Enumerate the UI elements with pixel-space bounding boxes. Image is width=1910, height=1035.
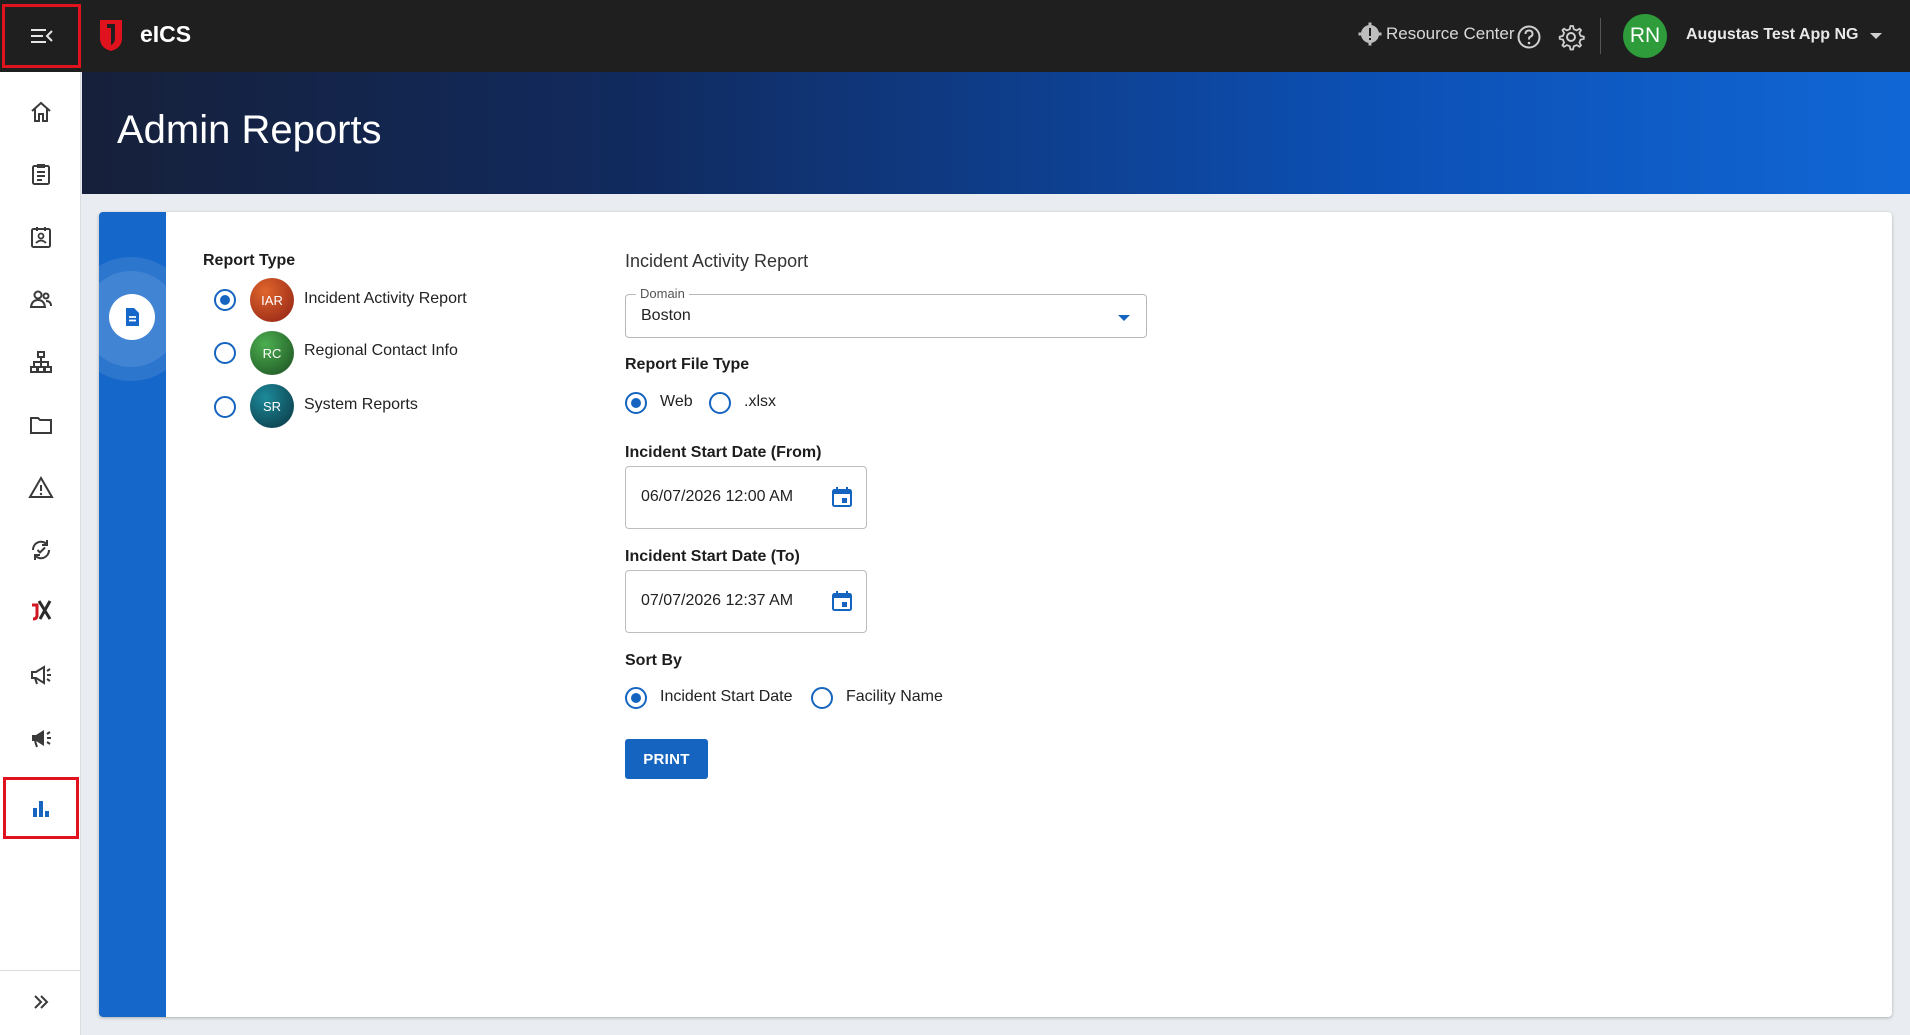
start-from-label: Incident Start Date (From) <box>625 444 822 461</box>
megaphone-icon <box>30 665 51 685</box>
sort-by-option-label[interactable]: Facility Name <box>846 688 943 706</box>
sidebar-item-broadcasts[interactable] <box>0 708 81 768</box>
avatar[interactable]: RN <box>1623 14 1667 58</box>
start-from-value: 06/07/2026 12:00 AM <box>641 488 794 505</box>
domain-value: Boston <box>641 307 691 324</box>
sidebar-item-announcements[interactable] <box>0 645 81 705</box>
form-heading: Incident Activity Report <box>625 251 809 271</box>
app-name: eICS <box>140 21 192 47</box>
sidebar-item-sync[interactable] <box>0 520 81 580</box>
domain-label: Domain <box>636 286 689 301</box>
menu-collapse-icon <box>30 29 53 43</box>
dropdown-caret-icon <box>1118 315 1130 321</box>
org-chart-icon <box>29 351 52 373</box>
resource-center-label: Resource Center <box>1386 24 1515 43</box>
page-title: Admin Reports <box>117 108 382 152</box>
start-to-label: Incident Start Date (To) <box>625 548 800 565</box>
sort-by-label: Sort By <box>625 652 682 669</box>
sidebar-item-warning[interactable] <box>0 458 81 518</box>
sidebar <box>0 72 81 1035</box>
start-to-date-field[interactable]: 07/07/2026 12:37 AM <box>625 570 867 633</box>
sidebar-item-people[interactable] <box>0 269 81 329</box>
document-icon <box>126 308 139 326</box>
file-type-radio-web[interactable] <box>625 392 647 414</box>
print-button[interactable]: PRINT <box>625 739 708 779</box>
bar-chart-icon <box>33 801 49 817</box>
domain-select[interactable]: Domain Boston <box>625 286 1147 338</box>
report-type-radio-sr[interactable] <box>214 396 236 418</box>
calendar-icon[interactable] <box>830 589 854 613</box>
report-type-label: Report Type <box>203 252 296 269</box>
alert-gear-icon <box>1358 22 1382 46</box>
file-type-radio-xlsx[interactable] <box>709 392 731 414</box>
report-type-option-label[interactable]: Incident Activity Report <box>304 290 467 308</box>
sidebar-item-contacts[interactable] <box>0 207 81 267</box>
sidebar-item-clipboard[interactable] <box>0 144 81 204</box>
file-type-label: Report File Type <box>625 356 750 373</box>
sync-check-icon <box>31 540 50 560</box>
report-badge-rc: RC <box>250 331 294 375</box>
sort-by-radio-start-date[interactable] <box>625 687 647 709</box>
sidebar-item-reports[interactable] <box>3 777 79 839</box>
sort-by-radio-facility[interactable] <box>811 687 833 709</box>
report-document-badge <box>109 294 155 340</box>
help-icon[interactable] <box>1516 24 1542 50</box>
sidebar-item-home[interactable] <box>0 82 81 142</box>
report-type-radio-rc[interactable] <box>214 342 236 364</box>
sort-by-option-label[interactable]: Incident Start Date <box>660 688 793 706</box>
user-menu-caret-icon[interactable] <box>1870 33 1882 39</box>
warning-icon <box>27 476 54 498</box>
clipboard-icon <box>31 164 50 185</box>
report-card: Report Type IAR Incident Activity Report… <box>99 212 1892 1017</box>
sidebar-item-org-chart[interactable] <box>0 332 81 392</box>
sidebar-divider <box>0 970 81 971</box>
menu-toggle-button[interactable] <box>2 4 81 68</box>
report-type-option-label[interactable]: Regional Contact Info <box>304 342 458 360</box>
sidebar-item-brand[interactable] <box>0 580 81 640</box>
user-name[interactable]: Augustas Test App NG <box>1686 26 1858 44</box>
megaphone-icon <box>31 730 51 748</box>
top-bar: eICS Resource Center RN Augustas Test Ap… <box>0 0 1910 72</box>
double-chevron-right-icon <box>33 995 48 1009</box>
calendar-icon[interactable] <box>830 485 854 509</box>
folder-icon <box>29 417 52 434</box>
brand-x-icon <box>31 600 51 621</box>
start-to-value: 07/07/2026 12:37 AM <box>641 592 794 609</box>
home-icon <box>30 101 51 122</box>
sidebar-expand-button[interactable] <box>0 972 81 1032</box>
logo-shield-icon <box>100 20 122 51</box>
card-side-strip <box>99 212 193 1017</box>
file-type-option-label[interactable]: .xlsx <box>744 393 776 411</box>
report-badge-sr: SR <box>250 384 294 428</box>
report-type-option-label[interactable]: System Reports <box>304 396 418 414</box>
file-type-option-label[interactable]: Web <box>660 393 693 411</box>
start-from-date-field[interactable]: 06/07/2026 12:00 AM <box>625 466 867 529</box>
contact-card-icon <box>30 227 51 248</box>
topbar-divider <box>1600 18 1601 54</box>
report-badge-iar: IAR <box>250 278 294 322</box>
sidebar-item-folder[interactable] <box>0 395 81 455</box>
report-type-radio-iar[interactable] <box>214 289 236 311</box>
settings-gear-icon[interactable] <box>1557 23 1585 51</box>
people-icon <box>29 290 52 308</box>
resource-center-link[interactable]: Resource Center <box>1358 22 1515 46</box>
